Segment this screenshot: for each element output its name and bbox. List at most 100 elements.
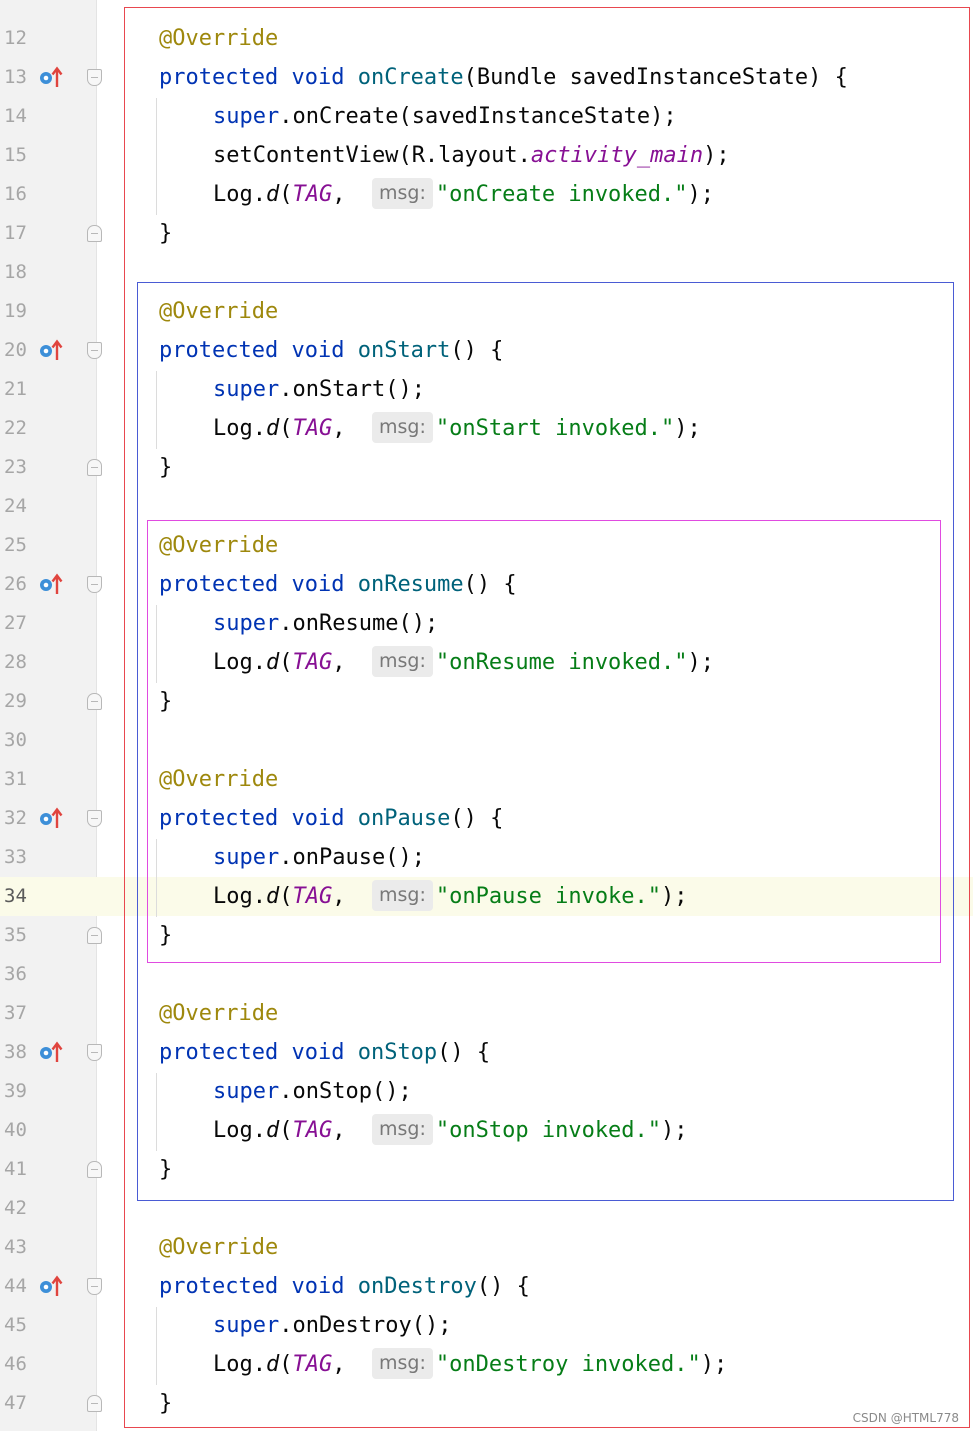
code-line-29[interactable]: } xyxy=(159,682,172,721)
line-number: 12 xyxy=(4,27,27,49)
line-number: 26 xyxy=(4,573,27,595)
code-line-19[interactable]: @Override xyxy=(159,292,278,331)
line-number: 41 xyxy=(4,1158,27,1180)
method-name: onResume xyxy=(357,572,464,597)
code-line-47[interactable]: } xyxy=(159,1384,172,1423)
fold-marker-icon[interactable] xyxy=(87,459,102,476)
string-literal: "onDestroy invoked." xyxy=(435,1352,701,1377)
fold-marker-icon[interactable] xyxy=(87,1395,102,1412)
line-number: 15 xyxy=(4,144,27,166)
override-method-icon[interactable] xyxy=(38,1274,64,1298)
log-method: d xyxy=(266,182,280,207)
line-number: 36 xyxy=(4,963,27,985)
fold-marker-icon[interactable] xyxy=(87,693,102,710)
method-name: onCreate xyxy=(357,65,464,90)
code-line-16[interactable]: Log.d(TAG, msg: "onCreate invoked."); xyxy=(213,175,714,214)
tag-constant: TAG xyxy=(292,182,333,207)
log-method: d xyxy=(266,1352,280,1377)
override-method-icon[interactable] xyxy=(38,65,64,89)
line-number: 20 xyxy=(4,339,27,361)
code-editor[interactable] xyxy=(97,0,973,1431)
parameter-hint: msg: xyxy=(372,646,433,677)
code-line-31[interactable]: @Override xyxy=(159,760,278,799)
keyword: super xyxy=(213,1313,280,1338)
line-number: 47 xyxy=(4,1392,27,1414)
fold-marker-icon[interactable] xyxy=(87,1044,102,1061)
log-class: Log xyxy=(213,416,253,441)
log-class: Log xyxy=(213,884,253,909)
fold-marker-icon[interactable] xyxy=(87,576,102,593)
code-line-32[interactable]: protected void onPause() { xyxy=(159,799,503,838)
code-line-46[interactable]: Log.d(TAG, msg: "onDestroy invoked."); xyxy=(213,1345,727,1384)
code-line-45[interactable]: super.onDestroy(); xyxy=(213,1306,451,1345)
override-annotation: @Override xyxy=(159,1001,279,1026)
code-line-44[interactable]: protected void onDestroy() { xyxy=(159,1267,530,1306)
log-class: Log xyxy=(213,650,253,675)
code-line-23[interactable]: } xyxy=(159,448,172,487)
code-line-20[interactable]: protected void onStart() { xyxy=(159,331,503,370)
string-literal: "onStop invoked." xyxy=(435,1118,662,1143)
close-brace: } xyxy=(159,689,173,714)
override-method-icon[interactable] xyxy=(38,338,64,362)
line-number: 40 xyxy=(4,1119,27,1141)
code-line-22[interactable]: Log.d(TAG, msg: "onStart invoked."); xyxy=(213,409,701,448)
line-number: 33 xyxy=(4,846,27,868)
fold-marker-icon[interactable] xyxy=(87,342,102,359)
code-line-43[interactable]: @Override xyxy=(159,1228,278,1267)
fold-marker-icon[interactable] xyxy=(87,927,102,944)
fold-marker-icon[interactable] xyxy=(87,1161,102,1178)
line-number: 37 xyxy=(4,1002,27,1024)
keyword: protected xyxy=(159,65,279,90)
code-line-26[interactable]: protected void onResume() { xyxy=(159,565,517,604)
code-line-34[interactable]: Log.d(TAG, msg: "onPause invoke."); xyxy=(213,877,688,916)
code-line-40[interactable]: Log.d(TAG, msg: "onStop invoked."); xyxy=(213,1111,688,1150)
code-line-35[interactable]: } xyxy=(159,916,172,955)
line-number: 17 xyxy=(4,222,27,244)
parameter-hint: msg: xyxy=(372,880,433,911)
string-literal: "onStart invoked." xyxy=(435,416,675,441)
override-method-icon[interactable] xyxy=(38,572,64,596)
override-annotation: @Override xyxy=(159,533,279,558)
line-number: 21 xyxy=(4,378,27,400)
code-line-21[interactable]: super.onStart(); xyxy=(213,370,425,409)
keyword: super xyxy=(213,845,280,870)
override-method-icon[interactable] xyxy=(38,1040,64,1064)
keyword: protected xyxy=(159,806,279,831)
override-method-icon[interactable] xyxy=(38,806,64,830)
super-call: onDestroy xyxy=(292,1313,412,1338)
code-line-37[interactable]: @Override xyxy=(159,994,278,1033)
log-method: d xyxy=(266,416,280,441)
code-line-39[interactable]: super.onStop(); xyxy=(213,1072,412,1111)
method-name: onPause xyxy=(357,806,451,831)
code-line-27[interactable]: super.onResume(); xyxy=(213,604,438,643)
code-line-15[interactable]: setContentView(R.layout.activity_main); xyxy=(213,136,730,175)
code-line-33[interactable]: super.onPause(); xyxy=(213,838,425,877)
fold-marker-icon[interactable] xyxy=(87,810,102,827)
fold-marker-icon[interactable] xyxy=(87,1278,102,1295)
tag-constant: TAG xyxy=(292,1118,333,1143)
keyword: void xyxy=(291,572,345,597)
code-line-14[interactable]: super.onCreate(savedInstanceState); xyxy=(213,97,677,136)
set-content-view-call: setContentView xyxy=(213,143,399,168)
line-number: 34 xyxy=(4,885,27,907)
override-annotation: @Override xyxy=(159,299,279,324)
keyword: protected xyxy=(159,1274,279,1299)
string-literal: "onResume invoked." xyxy=(435,650,688,675)
fold-marker-icon[interactable] xyxy=(87,225,102,242)
fold-marker-icon[interactable] xyxy=(87,69,102,86)
code-line-38[interactable]: protected void onStop() { xyxy=(159,1033,490,1072)
method-name: onStart xyxy=(357,338,451,363)
watermark: CSDN @HTML778 xyxy=(852,1411,959,1425)
code-line-13[interactable]: protected void onCreate(Bundle savedInst… xyxy=(159,58,848,97)
indent-guide xyxy=(156,1073,157,1151)
code-line-41[interactable]: } xyxy=(159,1150,172,1189)
tag-constant: TAG xyxy=(292,416,333,441)
line-number: 18 xyxy=(4,261,27,283)
code-line-28[interactable]: Log.d(TAG, msg: "onResume invoked."); xyxy=(213,643,714,682)
keyword: void xyxy=(291,1040,345,1065)
param-type: Bundle xyxy=(476,65,557,90)
code-line-25[interactable]: @Override xyxy=(159,526,278,565)
string-literal: "onPause invoke." xyxy=(435,884,662,909)
code-line-12[interactable]: @Override xyxy=(159,19,278,58)
code-line-17[interactable]: } xyxy=(159,214,172,253)
